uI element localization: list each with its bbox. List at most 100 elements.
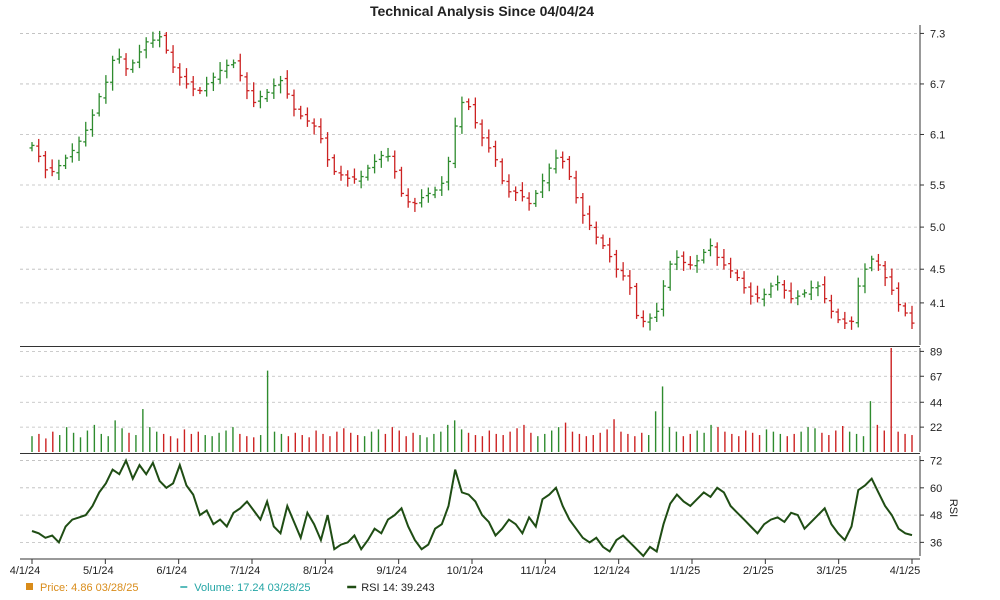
price-bar — [842, 311, 848, 329]
price-bar — [875, 253, 881, 271]
price-bar — [754, 285, 760, 303]
price-bar — [781, 280, 787, 299]
volume-panel-grid — [20, 350, 920, 428]
legend-item: RSI 14: 39.243 — [347, 582, 435, 594]
price-tick-label: 4.5 — [930, 264, 945, 276]
legend-label: Price: 4.86 03/28/25 — [40, 582, 138, 594]
price-bar — [163, 32, 169, 54]
price-bar — [439, 176, 445, 196]
price-bar — [828, 294, 834, 319]
price-bar — [573, 170, 579, 204]
price-bar — [325, 132, 331, 167]
price-bar — [338, 165, 344, 181]
legend-square-icon — [26, 583, 33, 590]
price-bar — [311, 118, 317, 135]
price-bar — [372, 154, 378, 174]
price-bar — [116, 48, 122, 64]
price-bar — [815, 281, 821, 297]
price-bar — [587, 205, 593, 231]
rsi-axis: 72 60 48 36 — [919, 456, 942, 556]
price-bar — [620, 262, 626, 281]
price-bar — [385, 147, 391, 162]
price-bar — [694, 254, 700, 273]
price-bar — [526, 192, 532, 211]
price-bar — [318, 118, 324, 144]
price-bar — [264, 89, 270, 102]
price-bar — [143, 37, 149, 59]
volume-tick-label: 44 — [930, 397, 942, 409]
price-bar — [788, 282, 794, 304]
price-bar — [647, 313, 653, 331]
price-bar — [89, 109, 95, 137]
price-bar — [889, 268, 895, 295]
price-tick-label: 6.1 — [930, 129, 945, 141]
volume-tick-label: 67 — [930, 371, 942, 383]
price-bar — [734, 269, 740, 281]
price-bar — [540, 173, 546, 198]
price-bar — [63, 154, 69, 169]
price-bar — [452, 117, 458, 169]
x-tick-label: 4/1/24 — [10, 565, 41, 577]
price-bar — [278, 75, 284, 94]
price-bar — [405, 188, 411, 208]
price-bar — [459, 96, 465, 134]
price-bar — [580, 193, 586, 224]
price-bar — [808, 280, 814, 301]
price-bar — [493, 140, 499, 167]
price-bar — [56, 159, 62, 181]
x-tick-label: 4/1/25 — [890, 565, 921, 577]
price-bar — [96, 93, 102, 117]
volume-tick-label: 22 — [930, 422, 942, 434]
x-tick-label: 5/1/24 — [83, 565, 114, 577]
price-bar — [29, 142, 35, 152]
price-bar — [130, 59, 136, 73]
price-bar — [634, 283, 640, 319]
price-bar — [667, 260, 673, 291]
price-ohlc-bars — [29, 30, 915, 331]
price-bar — [76, 136, 82, 161]
price-bar — [472, 97, 478, 129]
x-tick-label: 3/1/25 — [816, 565, 847, 577]
price-bar — [69, 143, 75, 163]
rsi-line — [31, 457, 913, 558]
price-bar — [533, 190, 539, 207]
price-bar — [217, 62, 223, 84]
price-bar — [553, 149, 559, 174]
x-tick-label: 7/1/24 — [230, 565, 261, 577]
x-tick-label: 11/1/24 — [520, 565, 556, 577]
legend-label: RSI 14: 39.243 — [361, 582, 434, 594]
price-bar — [284, 70, 290, 99]
price-bar — [110, 55, 116, 91]
price-bar — [378, 150, 384, 168]
price-bar — [398, 166, 404, 197]
rsi-tick-label: 60 — [930, 483, 942, 495]
price-bar — [593, 221, 599, 245]
price-bar — [170, 45, 176, 73]
price-panel-grid — [20, 33, 920, 304]
x-tick-label: 12/1/24 — [593, 565, 630, 577]
price-bar — [466, 98, 472, 111]
price-tick-label: 5.5 — [930, 180, 945, 192]
technical-analysis-chart: Technical Analysis Since 04/04/24 7.3 6.7… — [10, 3, 959, 594]
x-tick-label: 6/1/24 — [156, 565, 187, 577]
price-bar — [190, 76, 196, 97]
price-bar — [237, 53, 243, 82]
volume-bars — [31, 348, 913, 452]
price-bar — [210, 72, 216, 92]
price-bar — [36, 138, 42, 163]
price-bar — [654, 302, 660, 323]
price-tick-label: 7.3 — [930, 28, 945, 40]
price-bar — [701, 249, 707, 264]
x-tick-label: 8/1/24 — [303, 565, 334, 577]
price-bar — [721, 249, 727, 270]
price-bar — [741, 271, 747, 294]
price-bar — [849, 316, 855, 330]
price-bar — [862, 263, 868, 294]
rsi-tick-label: 72 — [930, 456, 942, 468]
price-bar — [244, 72, 250, 100]
price-bar — [136, 44, 142, 69]
rsi-axis-label: RSI — [947, 499, 959, 517]
price-bar — [251, 82, 257, 108]
price-bar — [331, 154, 337, 175]
price-bar — [365, 164, 371, 181]
